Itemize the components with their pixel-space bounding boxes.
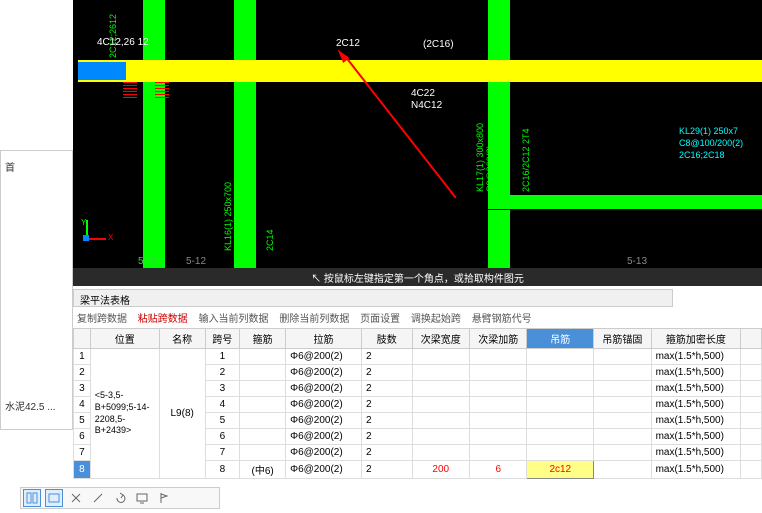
btn-page-setup[interactable]: 页面设置: [360, 314, 400, 325]
col-tie[interactable]: 拉筋: [286, 329, 362, 349]
col-hanger-anchor[interactable]: 吊筋锚固: [594, 329, 651, 349]
beam-vertical: [143, 82, 165, 270]
row-num[interactable]: 3: [74, 381, 91, 397]
cell-span[interactable]: 2: [205, 365, 239, 381]
panel-title: 梁平法表格: [80, 296, 130, 307]
col-hanger[interactable]: 吊筋: [527, 329, 594, 349]
col-row-num[interactable]: [74, 329, 91, 349]
col-legs[interactable]: 肢数: [361, 329, 412, 349]
main-beam: [78, 60, 762, 82]
cell-sr[interactable]: [469, 349, 526, 365]
cad-viewport[interactable]: 4C12,26 12 2C12;2612 9C25 2C12 (2C16) 4C…: [73, 0, 762, 286]
beam-vertical: [488, 210, 510, 270]
table-toolbar: 复制跨数据 粘贴跨数据 输入当前列数据 删除当前列数据 页面设置 调换起始跨 悬…: [73, 308, 762, 326]
col-position[interactable]: 位置: [90, 329, 159, 349]
table-row: 1 <5-3,5-B+5099;5-14-2208,5-B+2439> L9(8…: [74, 349, 762, 365]
cell-stirrup[interactable]: [240, 349, 286, 365]
btn-input-col[interactable]: 输入当前列数据: [199, 314, 269, 325]
tool-undo-icon[interactable]: [111, 489, 129, 507]
rebar-label: 4C12,26 12: [97, 37, 149, 48]
beam-label: C8@100/200(2): [679, 138, 743, 148]
rebar-label: N4C12: [411, 100, 442, 111]
bottom-toolbar: [20, 487, 220, 509]
left-item-2[interactable]: 水泥42.5 ...: [1, 396, 72, 415]
status-text: 按鼠标左键指定第一个角点，或拾取构件图元: [324, 274, 524, 285]
beam-label: KL16(1) 250x700: [223, 182, 233, 251]
cell-legs[interactable]: 2: [361, 365, 412, 381]
grid-label: 5-11: [138, 256, 157, 267]
rebar-label: 9C25: [149, 14, 159, 36]
cell-name[interactable]: L9(8): [159, 349, 205, 479]
cell-tie[interactable]: Φ6@200(2): [286, 349, 362, 365]
beam-segment-blue: [78, 62, 126, 80]
col-more[interactable]: [741, 329, 762, 349]
rebar-label-vertical: 2C12;2612: [108, 14, 118, 58]
cell-sub-width[interactable]: 200: [412, 461, 469, 479]
col-stirrup[interactable]: 箍筋: [240, 329, 286, 349]
col-sub-rebar[interactable]: 次梁加筋: [469, 329, 526, 349]
cell-more[interactable]: [741, 349, 762, 365]
row-num[interactable]: 2: [74, 365, 91, 381]
col-sub-width[interactable]: 次梁宽度: [412, 329, 469, 349]
cell-sub-rebar[interactable]: 6: [469, 461, 526, 479]
grid-label: 5-13: [627, 256, 647, 267]
rebar-label: 4C22: [411, 88, 435, 99]
btn-copy-span[interactable]: 复制跨数据: [77, 314, 127, 325]
tool-flag-icon[interactable]: [155, 489, 173, 507]
beam-vertical: [488, 0, 510, 60]
cell-span[interactable]: 1: [205, 349, 239, 365]
junction-highlight: [123, 82, 169, 104]
cell-tie[interactable]: Φ6@200(2): [286, 365, 362, 381]
cell-stirrup[interactable]: [240, 365, 286, 381]
col-span[interactable]: 跨号: [205, 329, 239, 349]
btn-paste-span[interactable]: 粘贴跨数据: [138, 314, 188, 325]
beam-label: KL29(1) 250x7: [679, 126, 738, 136]
tool-select-icon[interactable]: [23, 489, 41, 507]
beam-label: C8@100/200: [233, 198, 243, 251]
beam-centerline: [78, 70, 762, 71]
axis-y-label: Y: [81, 218, 86, 227]
row-num[interactable]: 4: [74, 397, 91, 413]
beam-vertical: [234, 0, 256, 60]
grid-label: 5-12: [186, 256, 206, 267]
beam-label: 2C16/2C12 2T4: [521, 128, 531, 192]
beam-label: 2C14: [265, 229, 275, 251]
rebar-label: (2C16): [423, 39, 454, 50]
panel-title-bar: 梁平法表格: [73, 289, 673, 307]
cell-hanger[interactable]: [527, 349, 594, 365]
row-num[interactable]: 6: [74, 429, 91, 445]
tool-rect-icon[interactable]: [45, 489, 63, 507]
beam-label: 2C16;2C18: [679, 150, 725, 160]
cell-sw[interactable]: [412, 349, 469, 365]
axis-x-label: X: [108, 233, 113, 242]
left-item-1[interactable]: 首: [1, 157, 72, 176]
btn-swap-start[interactable]: 调换起始跨: [411, 314, 461, 325]
row-num[interactable]: 1: [74, 349, 91, 365]
beam-label: KL17(1) 300x800: [475, 123, 485, 192]
cell-sl[interactable]: max(1.5*h,500): [651, 349, 741, 365]
cursor-icon: ↖: [311, 274, 324, 285]
row-num[interactable]: 7: [74, 445, 91, 461]
cell-position[interactable]: <5-3,5-B+5099;5-14-2208,5-B+2439>: [90, 349, 159, 479]
tool-close-icon[interactable]: [67, 489, 85, 507]
cell-hanger-active[interactable]: 2c12: [527, 461, 594, 479]
row-num[interactable]: 5: [74, 413, 91, 429]
beam-label: C8@200(2): [485, 145, 495, 192]
rebar-table[interactable]: 位置 名称 跨号 箍筋 拉筋 肢数 次梁宽度 次梁加筋 吊筋 吊筋锚固 箍筋加密…: [73, 328, 762, 479]
btn-cantilever[interactable]: 悬臂钢筋代号: [472, 314, 532, 325]
col-stirrup-len[interactable]: 箍筋加密长度: [651, 329, 741, 349]
annotation-text: 这个吊筋为什: [700, 165, 762, 197]
cell-legs[interactable]: 2: [361, 349, 412, 365]
left-panel: 首 水泥42.5 ...: [0, 150, 73, 430]
row-num[interactable]: 8: [74, 461, 91, 479]
cell-ha[interactable]: [594, 349, 651, 365]
btn-delete-col[interactable]: 删除当前列数据: [279, 314, 349, 325]
tool-screen-icon[interactable]: [133, 489, 151, 507]
tool-line-icon[interactable]: [89, 489, 107, 507]
col-name[interactable]: 名称: [159, 329, 205, 349]
beam-horizontal: [488, 195, 762, 209]
